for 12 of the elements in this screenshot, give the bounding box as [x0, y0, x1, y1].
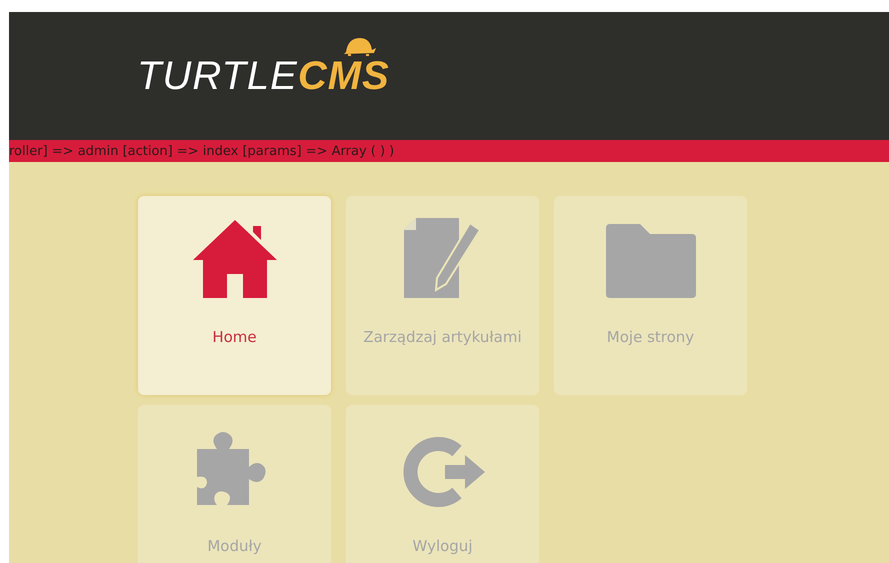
- house-icon: [192, 220, 276, 298]
- turtle-icon: [342, 36, 376, 56]
- menu-tile[interactable]: Zarządzaj artykułami: [346, 196, 539, 395]
- menu-tile[interactable]: Moduły: [138, 405, 331, 563]
- debug-text: roller] => admin [action] => index [params] => Array ( ) ): [9, 144, 394, 158]
- menu-tile[interactable]: Wyloguj: [346, 405, 539, 563]
- menu-tile[interactable]: Moje strony: [554, 196, 747, 395]
- folder-icon: [606, 224, 696, 298]
- menu-tile[interactable]: Home: [138, 196, 331, 395]
- logo[interactable]: TURTLECMS: [137, 36, 390, 96]
- document-pen-icon: [404, 218, 482, 298]
- circular-arrow-icon: [400, 437, 484, 507]
